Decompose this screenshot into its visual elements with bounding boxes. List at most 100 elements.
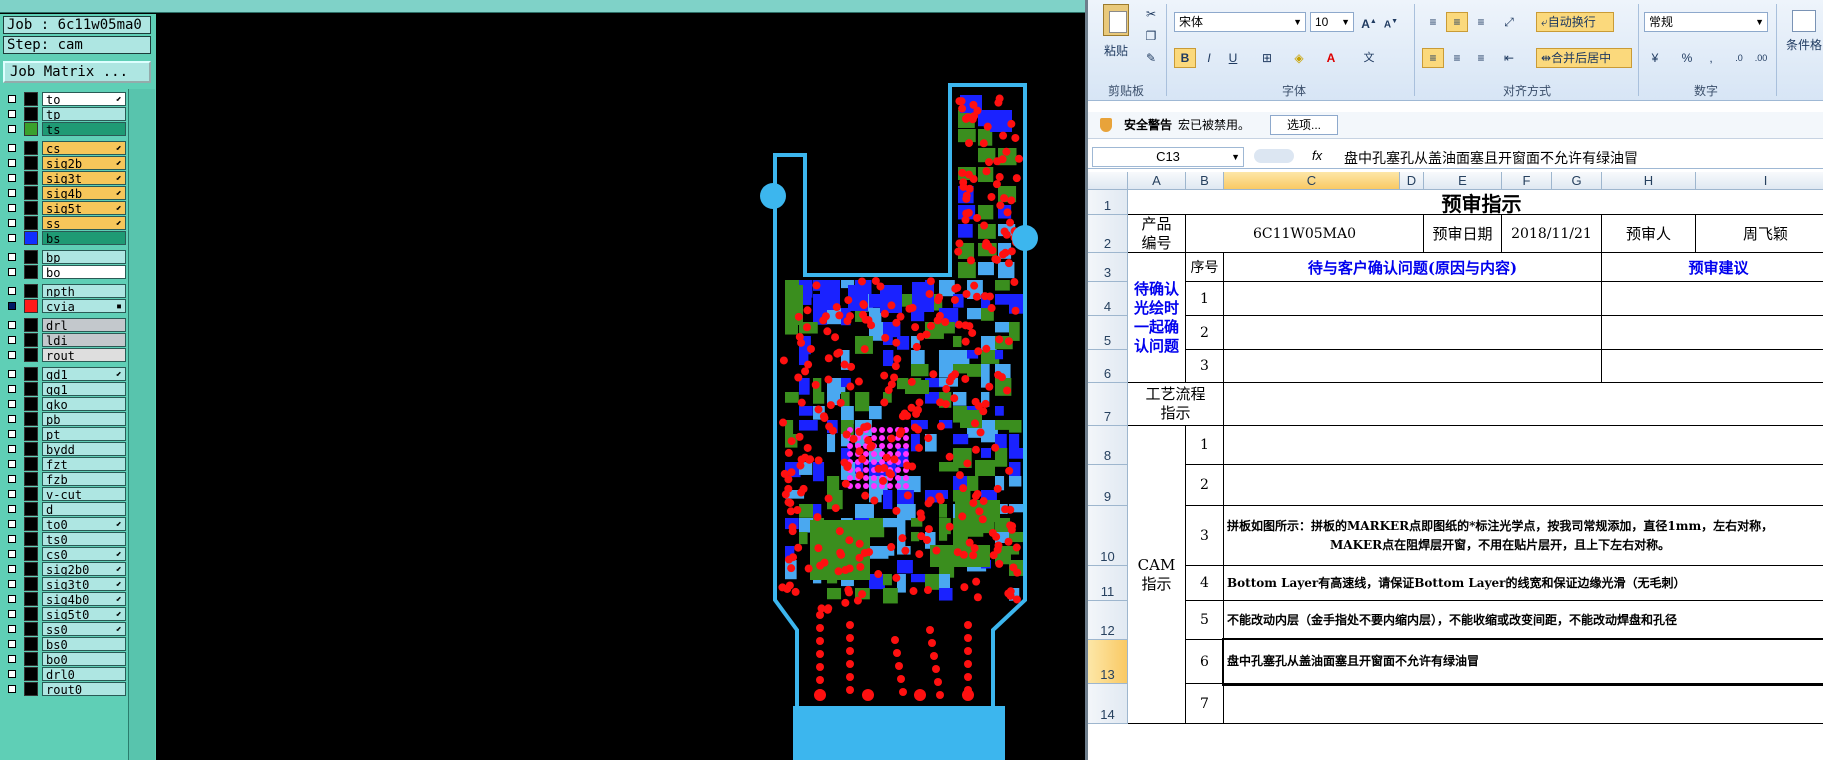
layer-name[interactable]: fzb: [42, 472, 126, 486]
layer-name[interactable]: to0 ⬋: [42, 517, 126, 531]
layer-checkbox[interactable]: [8, 204, 16, 212]
layer-checkbox[interactable]: [8, 535, 16, 543]
borders-icon[interactable]: ⊞: [1256, 48, 1278, 68]
process-label-cell[interactable]: 工艺流程 指示: [1128, 383, 1224, 426]
layer-name[interactable]: rout: [42, 348, 126, 362]
layer-name[interactable]: fzt: [42, 457, 126, 471]
row-header-14[interactable]: 14: [1088, 684, 1128, 724]
layer-name[interactable]: bydd: [42, 442, 126, 456]
layer-color-swatch[interactable]: [24, 107, 38, 121]
layer-checkbox[interactable]: [8, 625, 16, 633]
layer-name[interactable]: gd1 ⬋: [42, 367, 126, 381]
layer-checkbox[interactable]: [8, 110, 16, 118]
layer-row-gg1[interactable]: gg1: [4, 382, 126, 397]
layer-row-sig5t[interactable]: sig5t ⬋: [4, 201, 126, 216]
layer-color-swatch[interactable]: [24, 622, 38, 636]
layer-color-swatch[interactable]: [24, 607, 38, 621]
job-matrix-button[interactable]: Job Matrix ...: [3, 61, 151, 83]
layer-row-gd1[interactable]: gd1 ⬋: [4, 367, 126, 382]
layer-name[interactable]: bo: [42, 265, 126, 279]
layer-name[interactable]: ts: [42, 122, 126, 136]
layer-name[interactable]: cvia ▪: [42, 299, 126, 313]
layer-color-swatch[interactable]: [24, 637, 38, 651]
layer-name[interactable]: ss0 ⬋: [42, 622, 126, 636]
cam-item-cell[interactable]: [1224, 426, 1823, 465]
layer-name[interactable]: d: [42, 502, 126, 516]
pcb-board-view[interactable]: [156, 14, 1088, 760]
cam-number-cell[interactable]: 4: [1186, 566, 1224, 601]
layer-checkbox[interactable]: [8, 475, 16, 483]
layer-name[interactable]: rout0: [42, 682, 126, 696]
layer-panel-scroll-strip[interactable]: [128, 89, 155, 760]
layer-color-swatch[interactable]: [24, 412, 38, 426]
layer-checkbox[interactable]: [8, 370, 16, 378]
layer-color-swatch[interactable]: [24, 442, 38, 456]
pending-issues-label-cell[interactable]: 待确认 光绘时 一起确 认问题: [1128, 253, 1186, 383]
pending-issue-cell[interactable]: [1224, 316, 1602, 350]
layer-color-swatch[interactable]: [24, 457, 38, 471]
cam-item-cell[interactable]: 不能改动内层（金手指处不要内缩内层），不能收缩或改变间距，不能改动焊盘和孔径: [1224, 601, 1823, 640]
row-header-1[interactable]: 1: [1088, 190, 1128, 215]
row-header-7[interactable]: 7: [1088, 383, 1128, 426]
layer-row-sig5t0[interactable]: sig5t0 ⬋: [4, 607, 126, 622]
layer-color-swatch[interactable]: [24, 592, 38, 606]
product-code-label-cell[interactable]: 产品 编号: [1128, 215, 1186, 253]
advice-header-cell[interactable]: 预审建议: [1602, 253, 1823, 282]
layer-name[interactable]: bs0: [42, 637, 126, 651]
pending-issue-cell[interactable]: [1224, 282, 1602, 316]
column-header-g[interactable]: G: [1552, 172, 1602, 190]
column-header-h[interactable]: H: [1602, 172, 1696, 190]
layer-name[interactable]: bp: [42, 250, 126, 264]
layer-color-swatch[interactable]: [24, 667, 38, 681]
layer-color-swatch[interactable]: [24, 472, 38, 486]
column-header-a[interactable]: A: [1128, 172, 1186, 190]
function-icon[interactable]: fx: [1312, 148, 1322, 163]
layer-checkbox[interactable]: [8, 445, 16, 453]
layer-color-swatch[interactable]: [24, 577, 38, 591]
layer-name[interactable]: sig2b ⬋: [42, 156, 126, 170]
pending-advice-cell[interactable]: [1602, 282, 1823, 316]
sheet-title-cell[interactable]: 预审指示: [1128, 190, 1823, 215]
reviewer-cell[interactable]: 周飞颖: [1696, 215, 1823, 253]
layer-color-swatch[interactable]: [24, 532, 38, 546]
layer-row-bs[interactable]: bs: [4, 231, 126, 246]
formula-bar-divider[interactable]: [1254, 149, 1294, 163]
layer-checkbox[interactable]: [8, 159, 16, 167]
layer-row-drl[interactable]: drl: [4, 318, 126, 333]
product-code-cell[interactable]: 6C11W05MA0: [1186, 215, 1424, 253]
review-date-label-cell[interactable]: 预审日期: [1424, 215, 1502, 253]
cam-number-cell[interactable]: 6: [1186, 640, 1224, 684]
layer-name[interactable]: sig3t0 ⬋: [42, 577, 126, 591]
layer-color-swatch[interactable]: [24, 333, 38, 347]
font-color-button[interactable]: A: [1320, 48, 1342, 68]
layer-checkbox[interactable]: [8, 595, 16, 603]
layer-row-sig2b[interactable]: sig2b ⬋: [4, 156, 126, 171]
layer-row-ts0[interactable]: ts0: [4, 532, 126, 547]
shrink-font-icon[interactable]: A▼: [1380, 12, 1402, 32]
cam-item-cell[interactable]: 盘中孔塞孔从盖油面塞且开窗面不允许有绿油冒: [1222, 638, 1823, 686]
layer-row-pt[interactable]: pt: [4, 427, 126, 442]
align-top-icon[interactable]: ≡: [1422, 12, 1444, 32]
layer-name[interactable]: sig4b ⬋: [42, 186, 126, 200]
layer-color-swatch[interactable]: [24, 156, 38, 170]
layer-name[interactable]: gg1: [42, 382, 126, 396]
layer-name[interactable]: sig4b0 ⬋: [42, 592, 126, 606]
layer-row-d[interactable]: d: [4, 502, 126, 517]
cam-number-cell[interactable]: 3: [1186, 506, 1224, 566]
layer-name[interactable]: bs: [42, 231, 126, 245]
layer-row-ts[interactable]: ts: [4, 122, 126, 137]
layer-row-cs[interactable]: cs ⬋: [4, 141, 126, 156]
layer-row-rout0[interactable]: rout0: [4, 682, 126, 697]
underline-button[interactable]: U: [1222, 48, 1244, 68]
layer-name[interactable]: ts0: [42, 532, 126, 546]
layer-checkbox[interactable]: [8, 95, 16, 103]
row-header-3[interactable]: 3: [1088, 253, 1128, 282]
layer-color-swatch[interactable]: [24, 265, 38, 279]
layer-checkbox[interactable]: [8, 125, 16, 133]
layer-row-to0[interactable]: to0 ⬋: [4, 517, 126, 532]
cam-number-cell[interactable]: 7: [1186, 684, 1224, 724]
layer-name[interactable]: drl: [42, 318, 126, 332]
decrease-indent-icon[interactable]: ⇤: [1498, 48, 1520, 68]
layer-checkbox[interactable]: [8, 685, 16, 693]
layer-color-swatch[interactable]: [24, 382, 38, 396]
